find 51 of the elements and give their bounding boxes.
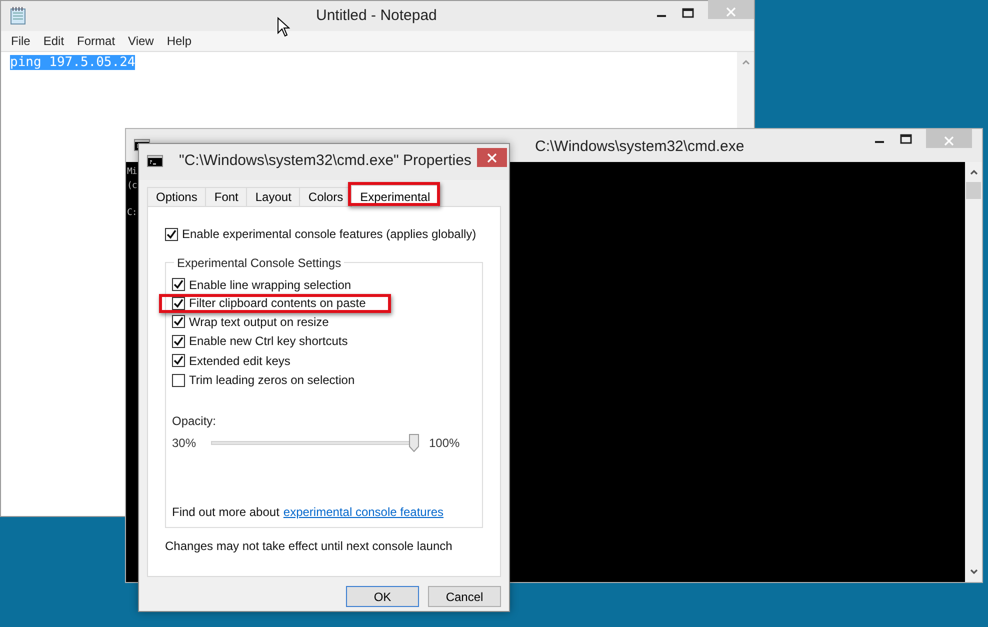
menu-item[interactable]: Edit — [37, 34, 72, 48]
min-label: 30% — [172, 436, 198, 450]
scroll-down-icon[interactable] — [968, 568, 978, 576]
features-link[interactable]: experimental console features — [283, 505, 444, 519]
opacity-label: Opacity: — [172, 414, 218, 428]
checkbox-label: Extended edit keys — [189, 354, 290, 368]
checkbox[interactable] — [172, 374, 185, 387]
checkbox-label: Wrap text output on resize — [189, 314, 329, 329]
maximize-icon[interactable] — [682, 7, 694, 19]
opacity-slider[interactable] — [211, 434, 419, 452]
window-title: Untitled - Notepad — [316, 7, 437, 24]
checkbox-label: Trim leading zeros on selection — [189, 373, 355, 388]
checkbox[interactable] — [165, 228, 178, 240]
close-button[interactable] — [477, 148, 507, 167]
notepad-icon — [10, 7, 26, 25]
slider-thumb[interactable] — [409, 434, 419, 452]
tab[interactable]: Options — [147, 187, 206, 206]
menu-item[interactable]: Help — [160, 34, 199, 48]
group-title: Experimental Console Settings — [174, 256, 344, 270]
close-icon — [726, 6, 736, 16]
window-title: C:\Windows\system32\cmd.exe — [535, 138, 744, 155]
checkbox[interactable] — [172, 334, 185, 348]
max-label: 100% — [429, 436, 460, 450]
checkbox[interactable] — [172, 354, 185, 368]
scroll-thumb[interactable] — [966, 182, 981, 199]
dialog-button[interactable]: Cancel — [428, 586, 501, 607]
scrollbar[interactable] — [965, 162, 982, 582]
editor-text: ping 197.5.05.24 — [10, 55, 136, 70]
menu-item[interactable]: Format — [71, 34, 122, 48]
checkbox-label: Enable experimental console features (applies globally) — [182, 227, 476, 241]
console-text: C: — [127, 207, 137, 220]
checkbox[interactable] — [172, 296, 185, 310]
checkbox-label: Filter clipboard contents on paste — [189, 296, 366, 310]
menu-item[interactable]: File — [5, 34, 38, 48]
close-icon — [944, 136, 954, 146]
note-text: Changes may not take effect until next console launch — [165, 539, 454, 553]
dialog-button[interactable]: OK — [346, 586, 419, 607]
scroll-up-icon[interactable] — [968, 168, 978, 176]
close-icon — [487, 152, 497, 162]
info-text: Find out more about — [172, 505, 280, 519]
console-icon — [147, 155, 163, 167]
console-text: Mi — [127, 166, 137, 179]
scrollbar[interactable] — [737, 52, 754, 130]
maximize-icon[interactable] — [900, 133, 912, 145]
checkbox[interactable] — [172, 315, 185, 328]
menu-item[interactable]: View — [122, 34, 161, 48]
console-text: (c — [127, 180, 137, 193]
checkbox-label: Enable new Ctrl key shortcuts — [189, 334, 348, 348]
checkbox[interactable] — [172, 278, 185, 292]
tab[interactable]: Layout — [246, 187, 300, 206]
checkbox-label: Enable line wrapping selection — [189, 278, 352, 292]
